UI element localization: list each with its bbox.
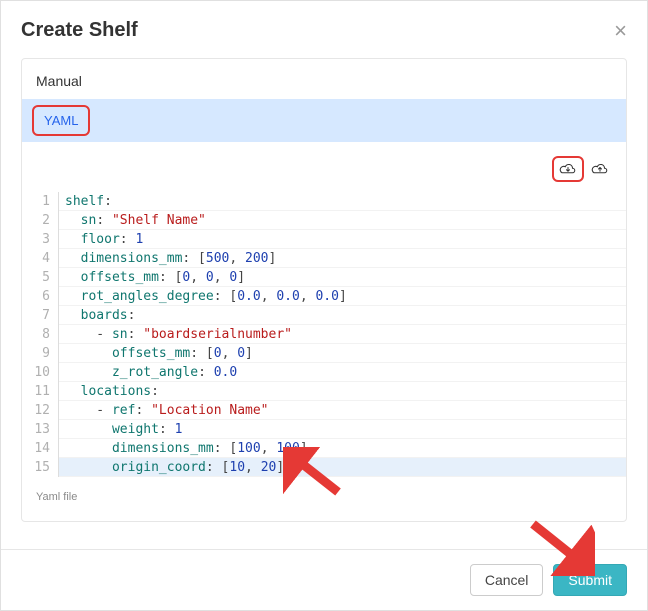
code-line[interactable]: floor: 1 bbox=[59, 230, 626, 249]
cancel-button[interactable]: Cancel bbox=[470, 564, 544, 596]
modal-header: Create Shelf × bbox=[1, 1, 647, 58]
submit-button[interactable]: Submit bbox=[553, 564, 627, 596]
code-area[interactable]: shelf: sn: "Shelf Name" floor: 1 dimensi… bbox=[58, 192, 626, 477]
code-line[interactable]: dimensions_mm: [100, 100] bbox=[59, 439, 626, 458]
code-line[interactable]: z_rot_angle: 0.0 bbox=[59, 363, 626, 382]
create-shelf-modal: Create Shelf × Manual YAML 1234567891011… bbox=[0, 0, 648, 611]
code-line[interactable]: sn: "Shelf Name" bbox=[59, 211, 626, 230]
modal-body: Manual YAML 123456789101112131415 shelf:… bbox=[1, 58, 647, 522]
code-line[interactable]: - ref: "Location Name" bbox=[59, 401, 626, 420]
code-line[interactable]: boards: bbox=[59, 306, 626, 325]
code-line[interactable]: locations: bbox=[59, 382, 626, 401]
cloud-download-icon[interactable] bbox=[558, 160, 578, 178]
code-line[interactable]: origin_coord: [10, 20] bbox=[59, 458, 626, 477]
code-line[interactable]: rot_angles_degree: [0.0, 0.0, 0.0] bbox=[59, 287, 626, 306]
yaml-editor[interactable]: 123456789101112131415 shelf: sn: "Shelf … bbox=[22, 192, 626, 483]
form-card: Manual YAML 123456789101112131415 shelf:… bbox=[21, 58, 627, 522]
tab-yaml[interactable]: YAML bbox=[32, 105, 90, 136]
highlighted-cloud-box bbox=[552, 156, 584, 182]
manual-section-label: Manual bbox=[22, 59, 626, 99]
code-line[interactable]: dimensions_mm: [500, 200] bbox=[59, 249, 626, 268]
code-line[interactable]: shelf: bbox=[59, 192, 626, 211]
helper-text: Yaml file bbox=[22, 483, 626, 521]
code-line[interactable]: - sn: "boardserialnumber" bbox=[59, 325, 626, 344]
modal-title: Create Shelf bbox=[21, 19, 138, 42]
code-line[interactable]: offsets_mm: [0, 0] bbox=[59, 344, 626, 363]
close-icon[interactable]: × bbox=[614, 20, 627, 42]
code-line[interactable]: offsets_mm: [0, 0, 0] bbox=[59, 268, 626, 287]
cloud-upload-icon[interactable] bbox=[590, 160, 610, 178]
line-gutter: 123456789101112131415 bbox=[22, 192, 58, 477]
tab-bar: YAML bbox=[22, 99, 626, 142]
editor-toolbar bbox=[22, 142, 626, 192]
code-line[interactable]: weight: 1 bbox=[59, 420, 626, 439]
modal-footer: Cancel Submit bbox=[1, 549, 647, 610]
